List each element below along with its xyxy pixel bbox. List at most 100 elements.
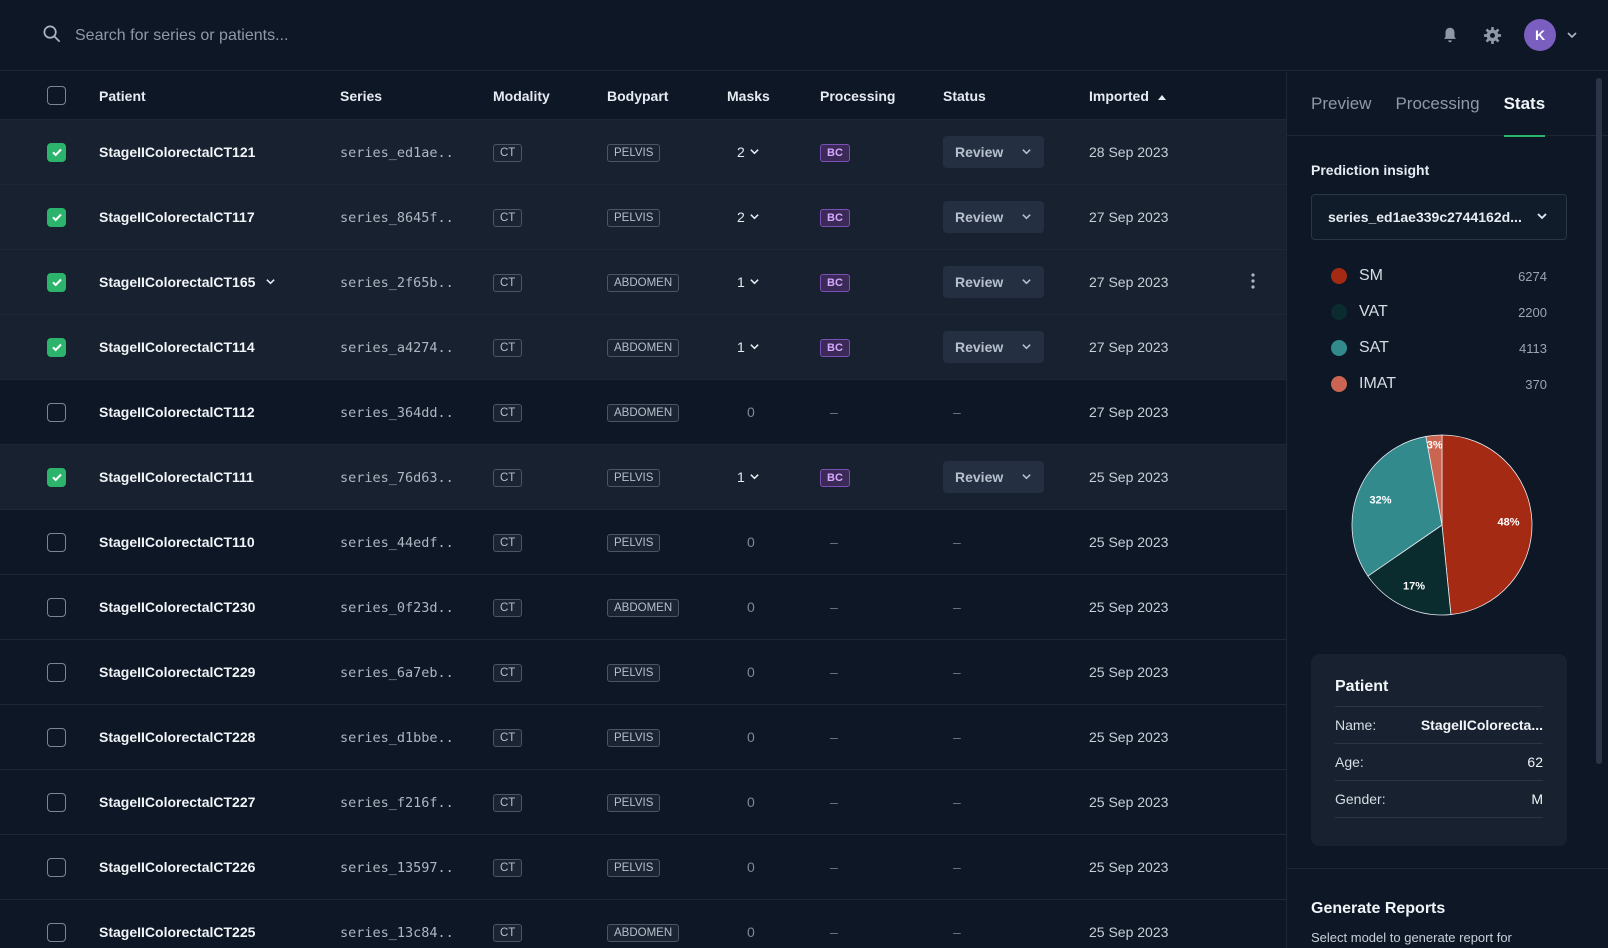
patient-name[interactable]: StageIIColorectalCT121 [99,144,340,160]
tab-preview[interactable]: Preview [1311,72,1371,136]
patient-name[interactable]: StageIIColorectalCT117 [99,209,340,225]
masks-dropdown[interactable]: 1 [727,339,820,355]
processing-badge: BC [820,468,850,487]
modality-tag: CT [493,468,523,487]
table-row[interactable]: StageIIColorectalCT226 series_13597.. CT… [0,835,1286,900]
legend-swatch [1331,340,1347,356]
stats-legend: SM 6274 VAT 2200 SAT 4113 IMAT 370 [1331,258,1547,402]
table-row[interactable]: StageIIColorectalCT228 series_d1bbe.. CT… [0,705,1286,770]
generate-reports-section: Generate Reports Select model to generat… [1311,900,1512,945]
expand-chevron-icon[interactable] [265,274,276,290]
row-checkbox[interactable] [47,402,66,422]
status-dropdown[interactable]: Review [943,461,1045,493]
table-row[interactable]: StageIIColorectalCT110 series_44edf.. CT… [0,510,1286,575]
table-row[interactable]: StageIIColorectalCT227 series_f216f.. CT… [0,770,1286,835]
series-id: series_13597.. [340,859,454,876]
patient-name[interactable]: StageIIColorectalCT114 [99,339,340,355]
patient-name[interactable]: StageIIColorectalCT226 [99,859,340,875]
patient-name[interactable]: StageIIColorectalCT111 [99,469,340,485]
status-dropdown[interactable]: Review [943,331,1045,363]
sort-ascending-icon[interactable] [1157,88,1167,104]
patient-name[interactable]: StageIIColorectalCT110 [99,534,340,550]
row-checkbox[interactable] [47,532,66,552]
table-row[interactable]: StageIIColorectalCT121 series_ed1ae.. CT… [0,120,1286,185]
tab-stats[interactable]: Stats [1503,72,1545,137]
status-empty: – [953,859,961,875]
patient-name[interactable]: StageIIColorectalCT112 [99,404,340,420]
chevron-down-icon[interactable] [1566,26,1578,45]
series-id: series_f216f.. [340,794,454,811]
patient-name[interactable]: StageIIColorectalCT227 [99,794,340,810]
row-checkbox[interactable] [47,597,66,617]
side-panel-scrollbar[interactable] [1596,78,1602,764]
series-id: series_d1bbe.. [340,729,454,746]
header-series[interactable]: Series [340,88,493,104]
table-row[interactable]: StageIIColorectalCT111 series_76d63.. CT… [0,445,1286,510]
masks-dropdown[interactable]: 1 [727,274,820,290]
legend-value: 370 [1525,376,1547,392]
series-select[interactable]: series_ed1ae339c2744162d... [1311,194,1567,240]
header-masks[interactable]: Masks [727,88,820,104]
table-row[interactable]: StageIIColorectalCT114 series_a4274.. CT… [0,315,1286,380]
header-patient[interactable]: Patient [99,88,340,104]
table-body: StageIIColorectalCT121 series_ed1ae.. CT… [0,120,1286,948]
search-bar[interactable] [42,24,495,47]
series-id: series_44edf.. [340,534,454,551]
patient-name[interactable]: StageIIColorectalCT225 [99,924,340,940]
table-row[interactable]: StageIIColorectalCT117 series_8645f.. CT… [0,185,1286,250]
bodypart-tag: ABDOMEN [607,598,680,617]
row-checkbox[interactable] [47,272,66,292]
header-modality[interactable]: Modality [493,88,607,104]
status-dropdown[interactable]: Review [943,201,1045,233]
patient-label: StageIIColorectalCT226 [99,859,256,875]
table-row[interactable]: StageIIColorectalCT165 series_2f65b.. CT… [0,250,1286,315]
masks-dropdown[interactable]: 2 [727,144,820,160]
masks-value: 0 [747,924,755,940]
table-row[interactable]: StageIIColorectalCT230 series_0f23d.. CT… [0,575,1286,640]
row-checkbox[interactable] [47,142,66,162]
status-dropdown[interactable]: Review [943,266,1045,298]
select-all-checkbox[interactable] [47,86,66,105]
patient-name[interactable]: StageIIColorectalCT165 [99,274,340,290]
row-checkbox[interactable] [47,727,66,747]
header-bodypart[interactable]: Bodypart [607,88,727,104]
patient-name[interactable]: StageIIColorectalCT229 [99,664,340,680]
patient-name[interactable]: StageIIColorectalCT228 [99,729,340,745]
row-checkbox[interactable] [47,207,66,227]
user-menu[interactable]: K [1524,19,1578,51]
row-checkbox[interactable] [47,467,66,487]
row-checkbox[interactable] [47,662,66,682]
patient-label: StageIIColorectalCT111 [99,469,254,485]
header-imported-label: Imported [1089,87,1149,104]
legend-value: 2200 [1518,304,1547,320]
header-status[interactable]: Status [943,88,1089,104]
tab-processing[interactable]: Processing [1395,72,1479,136]
patient-label: StageIIColorectalCT114 [99,339,255,355]
row-checkbox[interactable] [47,792,66,812]
table-row[interactable]: StageIIColorectalCT225 series_13c84.. CT… [0,900,1286,948]
status-empty: – [953,404,961,420]
processing-empty: – [830,794,838,810]
status-empty: – [953,664,961,680]
row-checkbox[interactable] [47,857,66,877]
bell-icon[interactable] [1440,25,1460,45]
masks-value: 2 [737,144,745,160]
status-dropdown[interactable]: Review [943,136,1045,168]
header-processing[interactable]: Processing [820,88,943,104]
patient-label: StageIIColorectalCT229 [99,664,256,680]
gear-icon[interactable] [1482,25,1502,45]
more-options-icon[interactable] [1250,272,1255,292]
row-checkbox[interactable] [47,922,66,942]
patient-name[interactable]: StageIIColorectalCT230 [99,599,340,615]
patient-gender-value: M [1531,791,1543,807]
avatar[interactable]: K [1524,19,1556,51]
table-row[interactable]: StageIIColorectalCT112 series_364dd.. CT… [0,380,1286,445]
masks-dropdown[interactable]: 1 [727,469,820,485]
processing-empty: – [830,729,838,745]
masks-dropdown[interactable]: 2 [727,209,820,225]
patient-label: StageIIColorectalCT230 [99,599,256,615]
table-row[interactable]: StageIIColorectalCT229 series_6a7eb.. CT… [0,640,1286,705]
header-imported[interactable]: Imported [1089,88,1219,104]
row-checkbox[interactable] [47,337,66,357]
search-input[interactable] [75,26,495,45]
